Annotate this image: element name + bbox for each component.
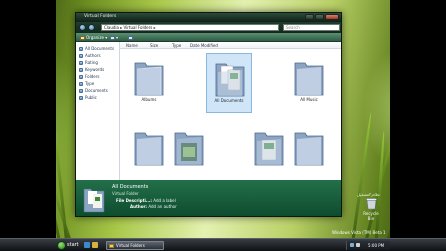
quicklaunch-folder-icon[interactable] [92,242,98,248]
virtual-folder-icon [79,53,83,58]
window-title: Virtual Folders [84,14,117,19]
column-name[interactable]: Name [126,43,138,48]
views-label: ▾ [116,35,119,40]
organize-button[interactable]: Organize ▾ [80,34,107,41]
details-pane: All Documents Virtual Folder File Descri… [76,180,341,216]
title-bar[interactable]: Virtual Folders [76,13,341,22]
virtual-folder-documents-icon [214,58,246,98]
close-button[interactable] [325,14,339,20]
network-icon[interactable] [350,243,354,247]
column-headers: Name Size Type Date Modified [120,42,341,49]
nav-item-authors[interactable]: Authors [79,53,101,58]
organize-label: Organize ▾ [86,35,108,40]
selected-folder-icon [83,185,105,213]
nav-item-label: All Documents [85,46,115,51]
nav-item-documents[interactable]: Documents [79,88,108,93]
explorer-window: Virtual Folders Claudia ▸ Virtual Folder… [75,12,342,217]
nav-item-label: Rating [85,60,98,65]
letterbox-right [390,0,446,251]
virtual-folder-icon [79,67,83,72]
folder-icon [109,244,114,248]
letterbox-left [0,0,56,251]
file-item-all-music[interactable]: All Music [286,53,332,113]
recycle-bin-icon[interactable] [366,197,377,210]
column-type[interactable]: Type [172,43,181,48]
file-item-label: Albums [141,97,157,102]
maximize-button[interactable] [315,14,324,20]
virtual-folder-icon [79,60,83,65]
details-file-description: File Descripti...: Add a label [116,198,176,203]
views-icon [110,35,115,40]
details-file-value[interactable]: Add a label [153,198,175,203]
photo-folder-icon [173,127,205,167]
column-size[interactable]: Size [150,43,158,48]
file-item-all-documents[interactable]: All Documents [206,53,252,113]
nav-item-rating[interactable]: Rating [79,60,98,65]
documents-folder-icon [253,127,285,167]
virtual-folder-icon [133,57,165,97]
command-toolbar: Organize ▾ ▾ [76,33,341,42]
search-input[interactable]: Search [283,24,340,31]
nav-item-keywords[interactable]: Keywords [79,67,104,72]
slideshow-button[interactable] [128,34,133,41]
organize-icon [80,35,85,40]
address-field[interactable]: Claudia ▸ Virtual Folders ▸ [101,24,279,31]
views-button[interactable]: ▾ [110,34,118,41]
nav-item-all-documents[interactable]: All Documents [79,46,114,51]
virtual-folder-icon [79,46,83,51]
start-button[interactable] [57,241,66,250]
back-button[interactable] [79,24,86,31]
virtual-folder-icon [133,127,165,167]
nav-item-type[interactable]: Type [79,81,94,86]
nav-item-public[interactable]: Public [79,95,97,100]
virtual-folder-icon [293,127,325,167]
nav-item-label: Type [85,81,95,86]
details-title: All Documents [112,184,149,190]
virtual-folder-icon [293,57,325,97]
nav-item-label: Public [85,95,97,100]
taskbar-button-virtual-folders[interactable]: Virtual Folders [106,241,164,250]
nav-item-label: Folders [85,74,100,79]
nav-item-label: Authors [85,53,101,58]
details-subtitle: Virtual Folder [112,191,139,196]
start-label[interactable]: start [67,242,79,248]
address-bar: Claudia ▸ Virtual Folders ▸ Search [76,22,341,33]
volume-icon[interactable] [356,243,360,247]
navigation-pane: All Documents Authors Rating Keywords Fo… [76,42,120,180]
slideshow-icon [128,35,133,40]
details-author-value[interactable]: Add an author [148,204,176,209]
nav-item-label: Documents [85,88,108,93]
minimize-button[interactable] [305,14,314,20]
details-file-key: File Descripti...: [116,198,153,203]
os-version-watermark: Windows Vista (TM) Beta 1 [332,230,386,235]
folder-icon [79,88,83,93]
virtual-folder-icon [79,74,83,79]
file-item-albums[interactable]: Albums [126,53,172,113]
taskbar-button-label: Virtual Folders [116,243,145,248]
file-item-folder[interactable] [286,123,332,183]
file-item-label: All Documents [214,98,244,103]
column-date-modified[interactable]: Date Modified [190,43,218,48]
file-list: Albums All Documents All Music [120,49,341,183]
recycle-bin-label: Recycle Bin [363,211,379,221]
virtual-folder-icon [79,81,83,86]
clock[interactable]: 5:00 PM [368,243,384,248]
forward-button[interactable] [88,24,95,31]
details-author-key: Author: [130,204,148,209]
quicklaunch-browser-icon[interactable] [84,242,90,248]
system-tray: 5:00 PM [346,241,390,250]
file-item-folder[interactable] [166,123,212,183]
details-author: Author: Add an author [130,204,177,209]
file-item-label: All Music [300,97,318,102]
nav-item-label: Keywords [85,67,105,72]
folder-icon [79,95,83,100]
nav-item-folders[interactable]: Folders [79,74,99,79]
taskbar: start Virtual Folders 5:00 PM [0,238,446,251]
